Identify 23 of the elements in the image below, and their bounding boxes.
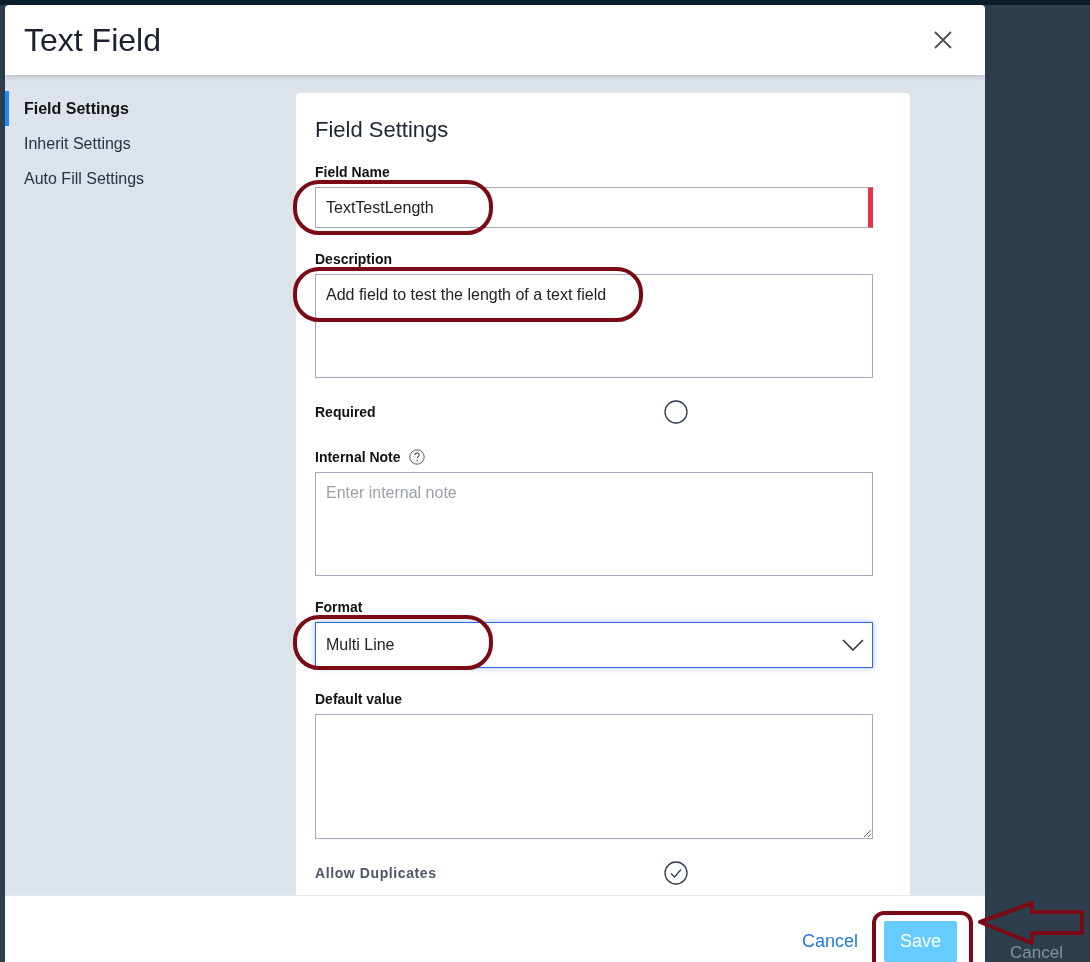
close-icon xyxy=(934,31,952,49)
text-input[interactable]: TextTestLength xyxy=(315,187,873,228)
background-cancel-text: Cancel xyxy=(1010,944,1063,962)
round-checkbox[interactable] xyxy=(664,400,688,424)
sidebar-item[interactable]: Auto Fill Settings xyxy=(5,161,145,196)
dropdown[interactable]: Multi Line xyxy=(315,622,873,668)
field-label: Field Name xyxy=(315,163,390,181)
chevron-down-icon xyxy=(842,639,864,651)
field-label: Description xyxy=(315,250,392,268)
field-label: Required xyxy=(315,404,376,420)
help-icon[interactable] xyxy=(408,449,425,465)
field-label: Internal Note xyxy=(315,448,401,466)
sidebar-item[interactable]: Field Settings xyxy=(5,91,129,126)
field-label: Allow Duplicates xyxy=(315,865,437,881)
field-label: Format xyxy=(315,598,363,616)
dialog-title: Text Field xyxy=(24,21,161,60)
text-area[interactable]: Add field to test the length of a text field xyxy=(315,274,873,378)
field-label: Default value xyxy=(315,690,403,708)
text-area[interactable]: Enter internal note xyxy=(315,472,873,576)
panel-title: Field Settings xyxy=(315,116,450,144)
close-button[interactable] xyxy=(934,31,952,49)
cancel-link[interactable]: Cancel xyxy=(801,921,858,962)
sidebar-item[interactable]: Inherit Settings xyxy=(5,126,131,161)
